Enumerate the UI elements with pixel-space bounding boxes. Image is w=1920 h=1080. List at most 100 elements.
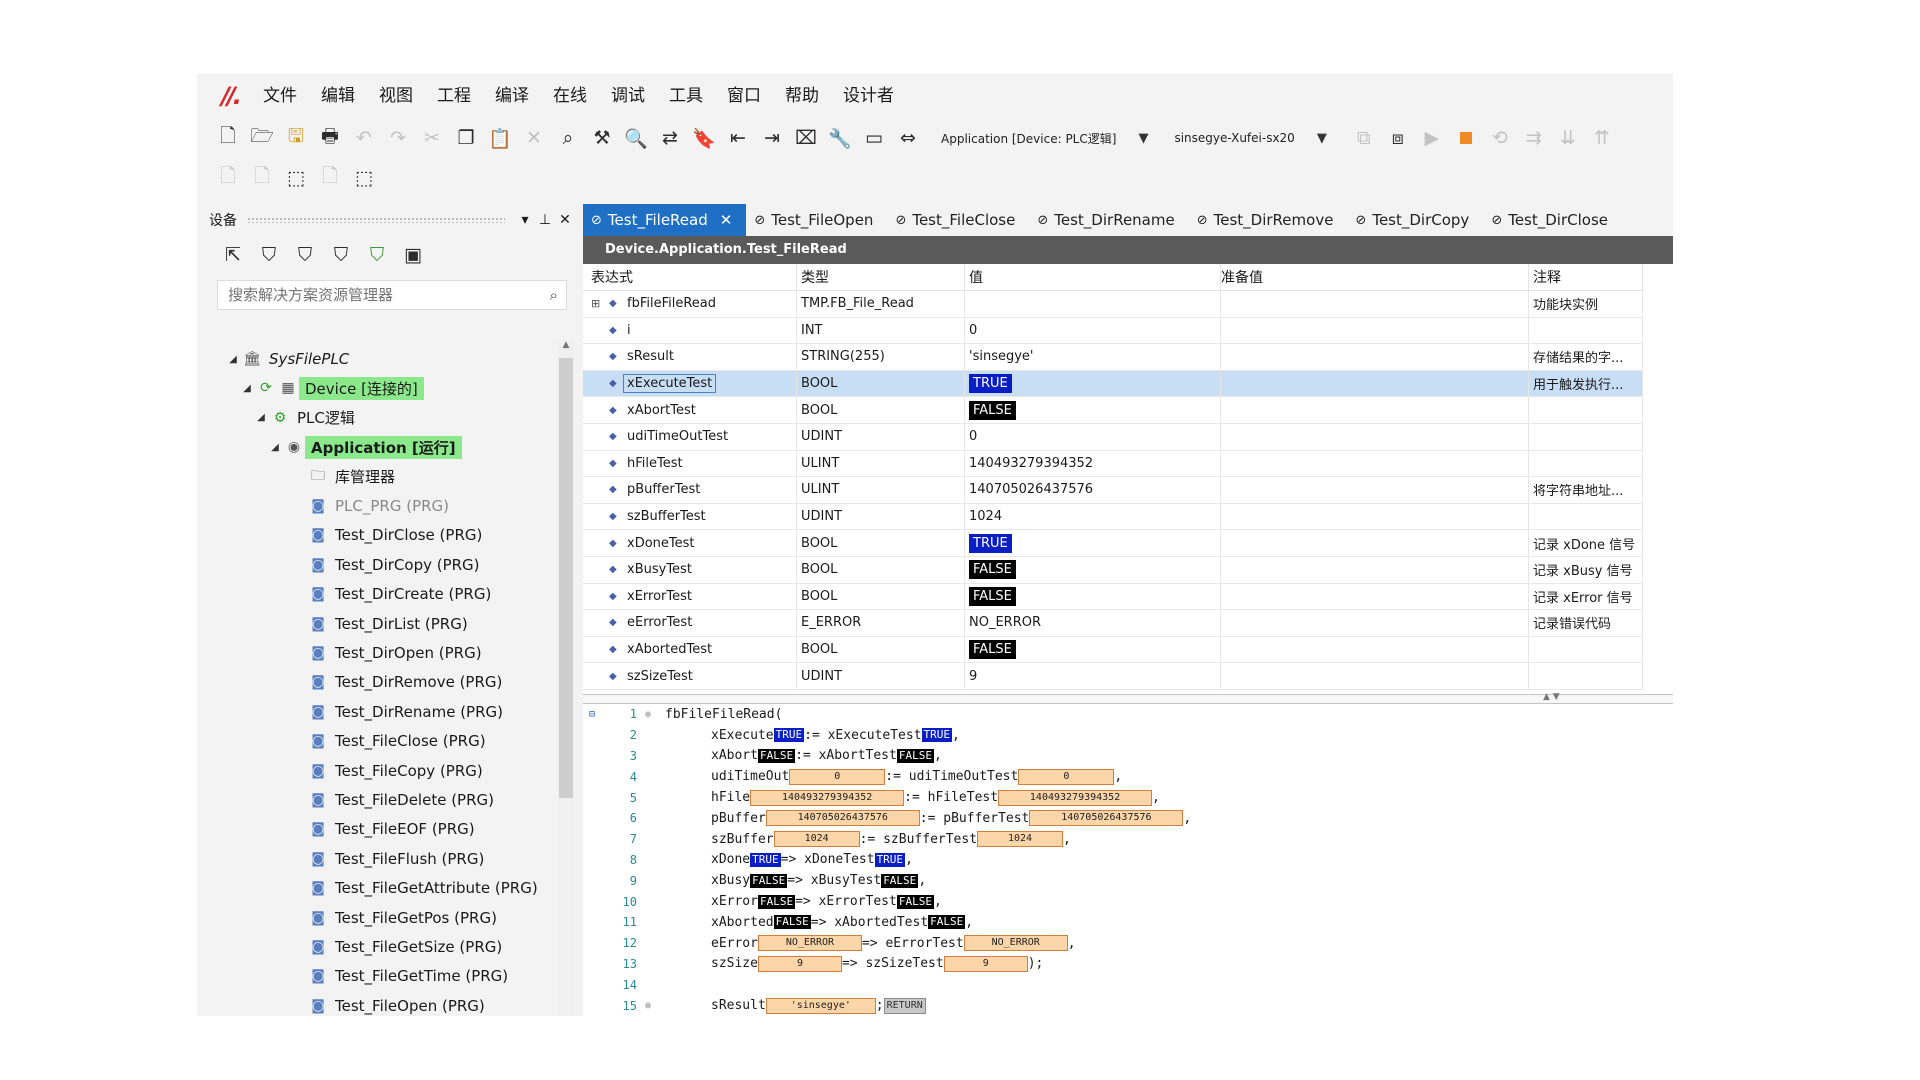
reset-icon[interactable]: ⟲ (1483, 121, 1517, 155)
stop-icon[interactable] (1449, 121, 1483, 155)
run-icon[interactable]: ▶ (1415, 121, 1449, 155)
filter-down-icon[interactable]: ⛉ (287, 238, 323, 272)
close-icon[interactable]: ✕ (720, 211, 733, 229)
prepared-value-cell[interactable] (1221, 423, 1529, 450)
prepared-value-cell[interactable] (1221, 317, 1529, 344)
page-icon[interactable]: 🗋 (211, 161, 245, 195)
prepared-value-cell[interactable] (1221, 503, 1529, 530)
prepared-value-cell[interactable] (1221, 291, 1529, 317)
table-row[interactable]: ◆ xDoneTest BOOL TRUE 记录 xDone 信号 (583, 530, 1643, 557)
expand-toggle-icon[interactable]: ◢ (225, 354, 241, 365)
expression-cell[interactable]: ◆ sResult (583, 344, 797, 370)
tree-node[interactable]: ◙ Test_FileGetPos (PRG) (291, 905, 503, 931)
filter-icon[interactable]: ⛉ (251, 238, 287, 272)
prepared-value-cell[interactable] (1221, 477, 1529, 503)
menu-item[interactable]: 编辑 (309, 74, 367, 118)
tree-node[interactable]: ◙ Test_FileGetAttribute (PRG) (291, 875, 544, 901)
tree-node[interactable]: ◙ PLC_PRG (PRG) (291, 493, 455, 519)
menu-item[interactable]: 编译 (483, 74, 541, 118)
login-icon[interactable]: ⧉ (1347, 121, 1381, 155)
menu-item[interactable]: 设计者 (831, 74, 906, 118)
expression-cell[interactable]: ◆ i (583, 317, 797, 344)
dashed-page-icon[interactable]: ⬚ (279, 161, 313, 195)
tree-node[interactable]: 🗀 库管理器 (291, 464, 401, 490)
build-icon[interactable]: ⚒ (585, 121, 619, 155)
panel-menu-icon[interactable]: ▾ (515, 212, 535, 228)
table-row[interactable]: ◆ xAbortedTest BOOL FALSE (583, 636, 1643, 664)
tree-node[interactable]: ◙ Test_DirList (PRG) (291, 611, 474, 637)
application-selector[interactable]: Application [Device: PLC逻辑] (937, 121, 1120, 155)
pin-icon[interactable]: ⊥ (535, 212, 555, 228)
expression-cell[interactable]: ◆ szBufferTest (583, 503, 797, 530)
menu-item[interactable]: 文件 (251, 74, 309, 118)
cut-icon[interactable]: ✂ (415, 121, 449, 155)
expression-cell[interactable]: ◆ xErrorTest (583, 583, 797, 610)
fold-icon[interactable]: ⊟ (583, 709, 601, 720)
filter-green-icon[interactable]: ⛉ (359, 238, 395, 272)
prepared-value-cell[interactable] (1221, 663, 1529, 689)
step-out-icon[interactable]: ⇈ (1585, 121, 1619, 155)
tree-node[interactable]: ◙ Test_DirRename (PRG) (291, 699, 509, 725)
table-row[interactable]: ◆ sResult STRING(255)'sinsegye' 存储结果的字... (583, 344, 1643, 371)
expand-toggle-icon[interactable]: ◢ (253, 412, 269, 423)
save-icon[interactable]: 🖫 (279, 121, 313, 155)
scroll-up-icon[interactable]: ▲ (557, 340, 575, 350)
tree-node[interactable]: ◙ Test_DirClose (PRG) (291, 522, 488, 548)
scrollbar-thumb[interactable] (559, 358, 573, 798)
device-selector[interactable]: sinsegye-Xufei-sx20 (1170, 121, 1298, 155)
page-copy-icon[interactable]: 🗋 (245, 161, 279, 195)
expression-cell[interactable]: ◆ xAbortTest (583, 397, 797, 423)
tree-node[interactable]: ◙ Test_FileOpen (PRG) (291, 993, 491, 1016)
bookmark-next-icon[interactable]: ⇥ (755, 121, 789, 155)
close-icon[interactable]: ✕ (555, 212, 575, 228)
find-in-files-icon[interactable]: 🔍 (619, 121, 653, 155)
undo-icon[interactable]: ↶ (347, 121, 381, 155)
table-row[interactable]: ◆ udiTimeOutTest UDINT 0 (583, 423, 1643, 451)
bookmark-clear-icon[interactable]: ⌧ (789, 121, 823, 155)
page-disabled-icon[interactable]: 🗋 (313, 161, 347, 195)
step-into-icon[interactable]: ⇊ (1551, 121, 1585, 155)
prepared-value-cell[interactable] (1221, 556, 1529, 583)
expression-cell[interactable]: ⊞ ◆ fbFileFileRead (583, 291, 797, 317)
tree-node[interactable]: ◙ Test_FileGetTime (PRG) (291, 963, 514, 989)
search-input[interactable] (226, 285, 530, 305)
bookmark-prev-icon[interactable]: ⇤ (721, 121, 755, 155)
prepared-value-cell[interactable] (1221, 530, 1529, 556)
expression-cell[interactable]: ◆ pBufferTest (583, 477, 797, 503)
drag-grip[interactable] (247, 217, 505, 223)
expression-cell[interactable]: ◆ xExecuteTest (583, 370, 797, 397)
table-row[interactable]: ◆ szSizeTest UDINT 9 (583, 663, 1643, 690)
new-file-icon[interactable]: 🗋 (211, 121, 245, 155)
table-row[interactable]: ◆ hFileTest ULINT 140493279394352 (583, 450, 1643, 478)
dashed-page-alt-icon[interactable]: ⬚ (347, 161, 381, 195)
tab-test_fileclose[interactable]: ⊘ Test_FileClose (887, 204, 1029, 236)
device-view-icon[interactable]: ▣ (395, 238, 431, 272)
tree-node[interactable]: ◙ Test_FileFlush (PRG) (291, 846, 490, 872)
search-icon[interactable]: ⌕ (550, 286, 558, 304)
tree-node[interactable]: ◙ Test_DirRemove (PRG) (291, 669, 508, 695)
menu-item[interactable]: 帮助 (773, 74, 831, 118)
expression-cell[interactable]: ◆ udiTimeOutTest (583, 423, 797, 450)
expression-cell[interactable]: ◆ hFileTest (583, 450, 797, 477)
table-row[interactable]: ◆ xAbortTest BOOL FALSE (583, 397, 1643, 424)
tab-test_dirremove[interactable]: ⊘ Test_DirRemove (1189, 204, 1348, 236)
column-header[interactable]: 类型 (797, 264, 965, 290)
prepared-value-cell[interactable] (1221, 450, 1529, 477)
tree-scrollbar[interactable]: ▲ (557, 340, 575, 1016)
logout-icon[interactable]: ⧈ (1381, 121, 1415, 155)
prepared-value-cell[interactable] (1221, 397, 1529, 423)
expression-cell[interactable]: ◆ eErrorTest (583, 610, 797, 636)
wrench-icon[interactable]: 🔧 (823, 121, 857, 155)
collapse-up-icon[interactable]: ▲ ▼ (1543, 692, 1560, 702)
menu-item[interactable]: 视图 (367, 74, 425, 118)
tab-test_fileopen[interactable]: ⊘ Test_FileOpen (746, 204, 887, 236)
breakpoint-gutter[interactable]: ● (637, 709, 659, 720)
tree-node[interactable]: ◙ Test_FileDelete (PRG) (291, 787, 500, 813)
expression-cell[interactable]: ◆ xAbortedTest (583, 636, 797, 663)
tab-test_dirclose[interactable]: ⊘ Test_DirClose (1483, 204, 1622, 236)
tree-node[interactable]: ◙ Test_FileCopy (PRG) (291, 758, 489, 784)
table-row[interactable]: ◆ pBufferTest ULINT 140705026437576 将字符串地址..… (583, 477, 1643, 504)
breakpoint-gutter[interactable]: ● (637, 1000, 659, 1011)
filter-clear-icon[interactable]: ⛉ (323, 238, 359, 272)
tab-test_dircopy[interactable]: ⊘ Test_DirCopy (1347, 204, 1483, 236)
